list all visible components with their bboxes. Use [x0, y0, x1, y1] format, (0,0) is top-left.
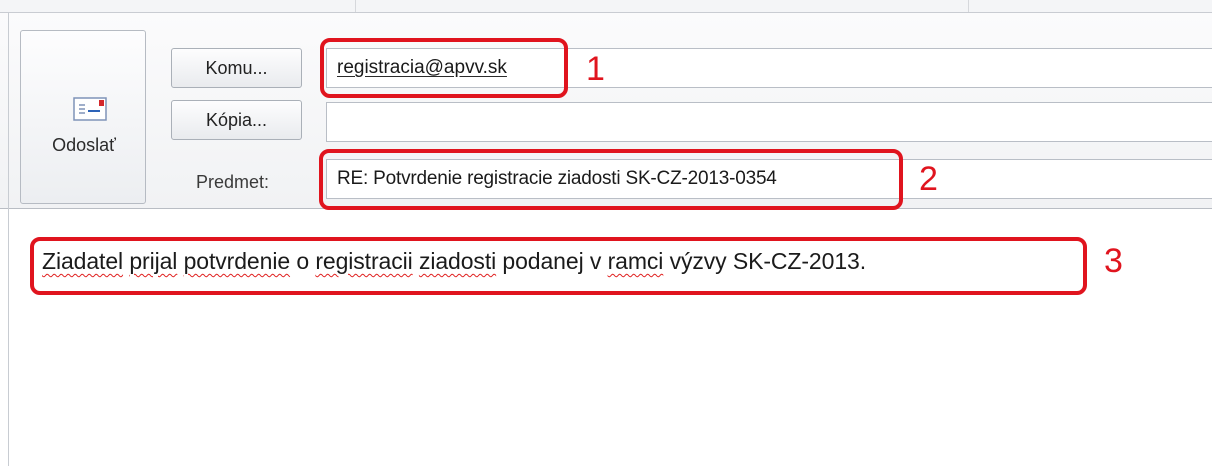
annotation-number-3: 3	[1104, 242, 1123, 280]
left-border	[8, 13, 9, 466]
annotation-number-2: 2	[919, 160, 938, 198]
window-top-strip	[0, 0, 1212, 13]
annotation-number-1: 1	[586, 50, 605, 88]
toolbar-divider	[968, 0, 969, 12]
cc-field[interactable]	[326, 102, 1212, 142]
highlight-box-to	[320, 38, 568, 98]
send-button[interactable]: Odoslať	[20, 30, 146, 204]
highlight-box-subject	[319, 149, 903, 210]
highlight-box-body	[30, 237, 1087, 295]
toolbar-divider	[355, 0, 356, 12]
cc-button[interactable]: Kópia...	[171, 100, 302, 140]
email-compose-window: Odoslať Komu... registracia@apvv.sk Kópi…	[0, 0, 1212, 466]
to-button[interactable]: Komu...	[171, 48, 302, 88]
subject-label: Predmet:	[196, 172, 270, 192]
send-label: Odoslať	[52, 135, 116, 155]
envelope-send-icon	[73, 97, 107, 121]
